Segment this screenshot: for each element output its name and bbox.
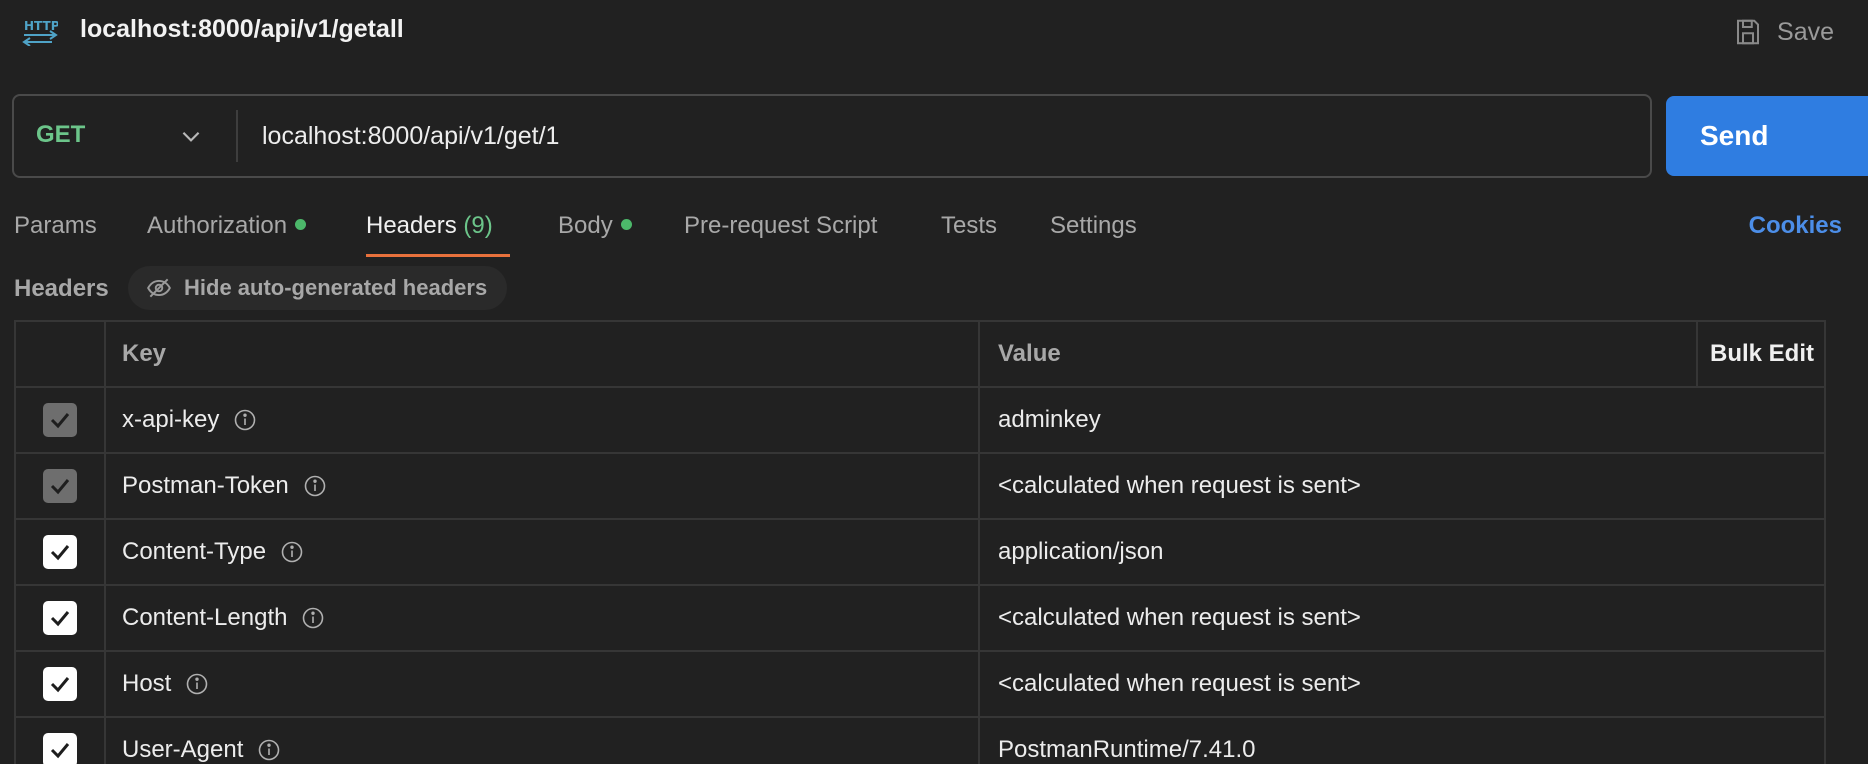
- tab-params[interactable]: Params: [14, 212, 97, 256]
- tab-authorization[interactable]: Authorization: [147, 212, 307, 256]
- save-button[interactable]: Save: [1733, 12, 1834, 52]
- request-title[interactable]: localhost:8000/api/v1/getall: [80, 15, 404, 44]
- header-key: x-api-key: [122, 406, 220, 433]
- tab-pre-request-script[interactable]: Pre-request Script: [684, 212, 877, 256]
- divider: [236, 110, 238, 162]
- header-key: User-Agent: [122, 736, 244, 763]
- header-value: application/json: [998, 538, 1164, 565]
- header-key: Postman-Token: [122, 472, 289, 499]
- table-row: Host <calculated when request is sent>: [16, 652, 1824, 718]
- info-icon[interactable]: [233, 408, 257, 432]
- header-value-cell[interactable]: <calculated when request is sent>: [980, 454, 1826, 518]
- status-dot: [295, 219, 307, 231]
- headers-table: Key Value Bulk Edit x-api-key adminkey Pos…: [14, 320, 1826, 764]
- method-label: GET: [36, 121, 86, 148]
- eye-slash-icon: [147, 278, 171, 298]
- checkmark-icon: [50, 743, 70, 759]
- table-row: Content-Length <calculated when request i…: [16, 586, 1824, 652]
- checkmark-icon: [50, 611, 70, 627]
- tab-label: Tests: [941, 212, 998, 239]
- status-dot: [620, 219, 632, 231]
- header-key-cell[interactable]: Content-Type: [106, 520, 980, 584]
- header-key-cell[interactable]: x-api-key: [106, 388, 980, 452]
- method-select[interactable]: GET: [14, 96, 236, 176]
- tab-label: Headers: [366, 212, 457, 239]
- tab-headers[interactable]: Headers (9): [366, 212, 493, 256]
- tab-label: Settings: [1050, 212, 1137, 239]
- cookies-link[interactable]: Cookies: [1749, 212, 1842, 240]
- tab-body[interactable]: Body: [558, 212, 632, 256]
- row-checkbox[interactable]: [43, 469, 77, 503]
- tab-label: Pre-request Script: [684, 212, 878, 239]
- chevron-down-icon: [182, 131, 200, 142]
- header-key: Content-Length: [122, 604, 288, 631]
- svg-text:HTTP: HTTP: [24, 19, 58, 33]
- headers-count: (9): [463, 212, 493, 239]
- send-button[interactable]: Send: [1666, 96, 1868, 176]
- checkmark-icon: [50, 413, 70, 429]
- info-icon[interactable]: [303, 474, 327, 498]
- header-value: <calculated when request is sent>: [998, 604, 1361, 631]
- headers-section-title: Headers: [14, 275, 109, 302]
- row-checkbox-cell: [16, 718, 106, 764]
- table-row: x-api-key adminkey: [16, 388, 1824, 454]
- checkbox-column-header: [16, 322, 106, 386]
- row-checkbox[interactable]: [43, 667, 77, 701]
- save-icon: [1737, 19, 1760, 45]
- tab-label: Params: [14, 212, 97, 239]
- row-checkbox[interactable]: [43, 535, 77, 569]
- request-tabs: Params Authorization Headers (9) Body Pr…: [0, 204, 1868, 257]
- table-row: Content-Type application/json: [16, 520, 1824, 586]
- checkmark-icon: [50, 545, 70, 561]
- header-key-cell[interactable]: User-Agent: [106, 718, 980, 764]
- hide-auto-label: Hide auto-generated headers: [184, 275, 488, 300]
- tab-label: Authorization: [147, 212, 288, 239]
- tab-label: Body: [558, 212, 613, 239]
- header-value: adminkey: [998, 406, 1101, 433]
- header-value: PostmanRuntime/7.41.0: [998, 736, 1256, 763]
- row-checkbox-cell: [16, 520, 106, 584]
- header-value: <calculated when request is sent>: [998, 472, 1361, 499]
- info-icon[interactable]: [301, 606, 325, 630]
- header-key-cell[interactable]: Content-Length: [106, 586, 980, 650]
- header-key-cell[interactable]: Postman-Token: [106, 454, 980, 518]
- value-column-header: Value: [980, 322, 1698, 386]
- tab-tests[interactable]: Tests: [941, 212, 997, 256]
- row-checkbox-cell: [16, 652, 106, 716]
- checkmark-icon: [50, 677, 70, 693]
- request-header-bar: HTTP localhost:8000/api/v1/getall Save: [0, 0, 1868, 64]
- header-key: Content-Type: [122, 538, 267, 565]
- header-value-cell[interactable]: <calculated when request is sent>: [980, 586, 1826, 650]
- header-value-cell[interactable]: <calculated when request is sent>: [980, 652, 1826, 716]
- key-column-header: Key: [106, 322, 980, 386]
- row-checkbox[interactable]: [43, 403, 77, 437]
- bulk-edit-button[interactable]: Bulk Edit: [1698, 322, 1826, 386]
- hide-auto-generated-button[interactable]: Hide auto-generated headers: [128, 266, 508, 310]
- url-bar: GET: [12, 94, 1652, 178]
- row-checkbox[interactable]: [43, 733, 77, 764]
- url-input[interactable]: [250, 108, 1630, 164]
- table-row: Postman-Token <calculated when request is…: [16, 454, 1824, 520]
- header-key: Host: [122, 670, 172, 697]
- table-header-row: Key Value Bulk Edit: [16, 322, 1824, 388]
- save-label: Save: [1777, 17, 1834, 46]
- header-value-cell[interactable]: adminkey: [980, 388, 1826, 452]
- checkmark-icon: [50, 479, 70, 495]
- header-key-cell[interactable]: Host: [106, 652, 980, 716]
- http-icon: HTTP: [22, 19, 58, 46]
- info-icon[interactable]: [185, 672, 209, 696]
- table-row: User-Agent PostmanRuntime/7.41.0: [16, 718, 1824, 764]
- active-tab-indicator: [366, 254, 510, 257]
- row-checkbox-cell: [16, 388, 106, 452]
- row-checkbox-cell: [16, 454, 106, 518]
- row-checkbox-cell: [16, 586, 106, 650]
- info-icon[interactable]: [280, 540, 304, 564]
- tab-settings[interactable]: Settings: [1050, 212, 1137, 256]
- header-value-cell[interactable]: application/json: [980, 520, 1826, 584]
- header-value: <calculated when request is sent>: [998, 670, 1361, 697]
- info-icon[interactable]: [257, 738, 281, 762]
- header-value-cell[interactable]: PostmanRuntime/7.41.0: [980, 718, 1826, 764]
- row-checkbox[interactable]: [43, 601, 77, 635]
